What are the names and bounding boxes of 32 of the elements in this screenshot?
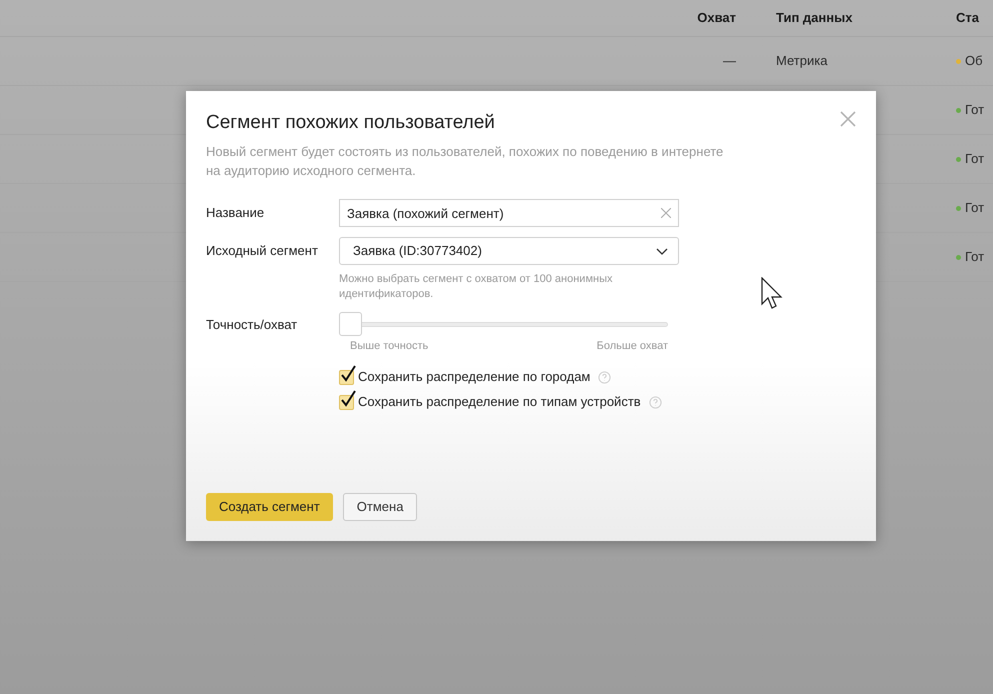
slider-track[interactable]	[339, 312, 668, 336]
slider-max-label: Больше охват	[596, 339, 668, 354]
create-button[interactable]: Создать сегмент	[206, 493, 333, 521]
mouse-cursor-icon	[761, 277, 785, 311]
table-cell: Метрика	[776, 53, 828, 68]
field-label: Исходный сегмент	[206, 242, 319, 260]
table-cell: —	[723, 53, 736, 68]
slider-min-label: Выше точность	[350, 339, 428, 354]
help-icon[interactable]	[648, 396, 662, 408]
column-header[interactable]: Тип данных	[736, 8, 956, 28]
checkbox-label: Сохранить распределение по городам	[358, 368, 590, 386]
help-icon[interactable]	[598, 370, 612, 384]
status-text: Гот	[965, 248, 984, 266]
status-text: Об	[965, 52, 983, 70]
slider-thumb[interactable]	[339, 312, 362, 336]
chevron-down-icon	[656, 248, 668, 254]
dialog-title: Сегмент похожих пользователей	[206, 111, 495, 135]
column-header[interactable]: Ста	[956, 8, 993, 28]
cancel-button[interactable]: Отмена	[342, 493, 418, 521]
close-icon[interactable]	[840, 111, 856, 127]
name-field[interactable]: Заявка (похожий сегмент)	[339, 199, 679, 227]
slider-label: Точность/охват	[206, 316, 298, 334]
clear-icon[interactable]	[661, 208, 671, 218]
checkbox-label: Сохранить распределение по типам устройств	[358, 393, 641, 412]
status-text: Гот	[965, 150, 984, 168]
field-label: Название	[206, 204, 266, 222]
dialog-description: Новый сегмент будет состоять из пользователей, похожих по поведению в интернете на аудиторию исходного сегмента.	[206, 143, 724, 180]
status-text: Гот	[965, 101, 984, 120]
status-text: Гот	[965, 199, 984, 218]
field-hint: Можно выбрать сегмент с охватом от 100 анонимных идентификаторов.	[339, 272, 614, 302]
source-dropdown[interactable]: Заявка (ID:30773402)	[339, 237, 679, 265]
column-header[interactable]: Охват	[616, 8, 736, 28]
